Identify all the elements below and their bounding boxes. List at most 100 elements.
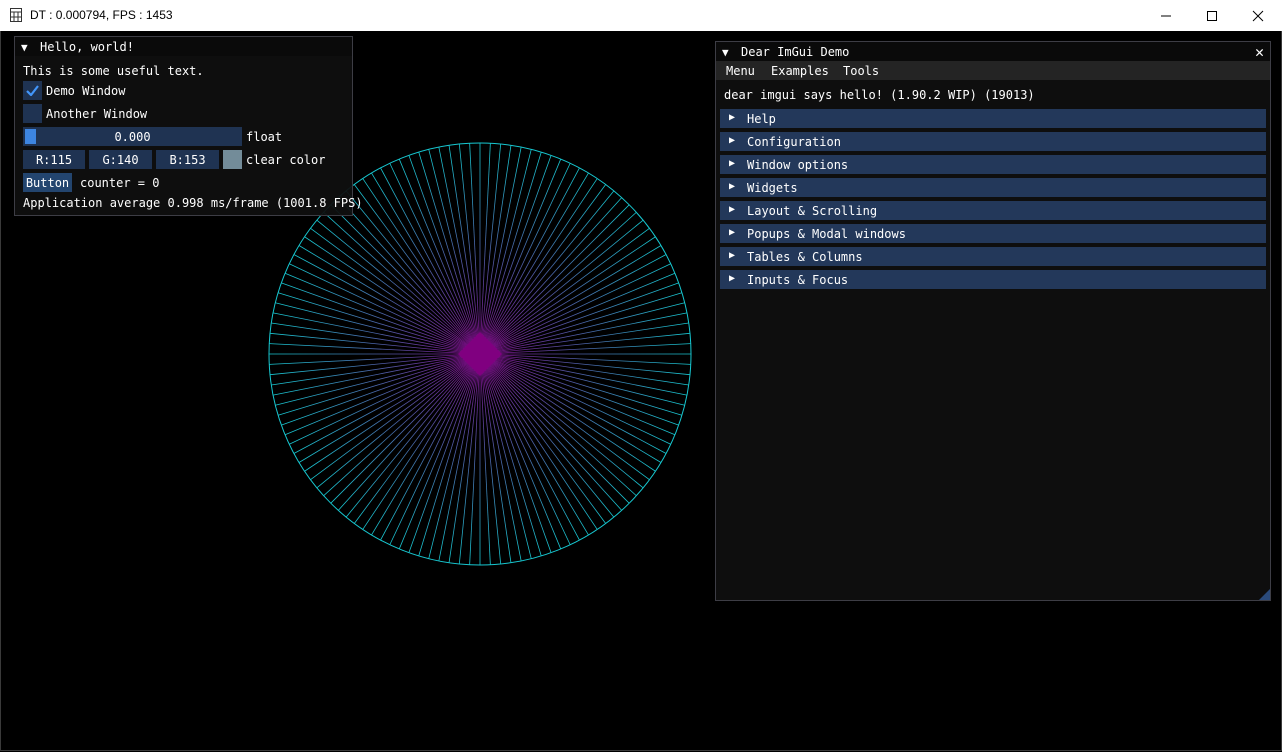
expand-arrow-icon: ▶ [729, 273, 736, 284]
clear-color-label: clear color [246, 153, 326, 167]
spoke-line [310, 227, 481, 355]
color-b-field[interactable]: B:153 [156, 150, 219, 169]
demo-window[interactable]: ▼ Dear ImGui Demo ✕ Menu Examples Tools … [715, 41, 1271, 601]
spoke-line [353, 184, 481, 355]
spoke-line [479, 353, 691, 376]
float-label: float [246, 130, 283, 144]
header-layout-scrolling[interactable]: ▶ Layout & Scrolling [720, 201, 1266, 220]
spoke-line [479, 263, 671, 355]
spoke-line [408, 155, 481, 355]
hello-window-titlebar[interactable]: ▼ Hello, world! [15, 37, 352, 56]
spoke-line [479, 332, 691, 355]
spoke-line [479, 353, 662, 463]
expand-arrow-icon: ▶ [729, 227, 736, 238]
header-label: Window options [747, 158, 849, 172]
counter-button[interactable]: Button [23, 173, 72, 192]
spoke-line [479, 353, 607, 524]
slider-grab[interactable] [25, 129, 36, 144]
demo-window-titlebar[interactable]: ▼ Dear ImGui Demo ✕ [716, 42, 1270, 61]
float-slider[interactable]: 0.000 [23, 127, 242, 146]
spoke-line [479, 353, 691, 365]
expand-arrow-icon: ▶ [729, 135, 736, 146]
menu-item-examples[interactable]: Examples [771, 64, 829, 78]
demo-window-checkbox[interactable] [23, 81, 42, 100]
spoke-line [479, 158, 562, 355]
spoke-line [269, 353, 481, 376]
spoke-line [408, 353, 481, 553]
color-b-value: B:153 [169, 152, 206, 167]
useful-text: This is some useful text. [23, 64, 204, 78]
spoke-line [479, 353, 589, 536]
spoke-line [479, 163, 571, 355]
header-label: Configuration [747, 135, 841, 149]
spoke-line [479, 282, 679, 355]
spoke-line [479, 184, 607, 355]
collapse-triangle-icon[interactable]: ▼ [21, 41, 28, 54]
spoke-line [284, 272, 481, 355]
spoke-line [269, 332, 481, 355]
header-help[interactable]: ▶ Help [720, 109, 1266, 128]
expand-arrow-icon: ▶ [729, 181, 736, 192]
spoke-line [458, 143, 481, 355]
spoke-line [479, 353, 502, 565]
spoke-line [289, 353, 481, 445]
spoke-line [371, 172, 481, 355]
spoke-line [479, 353, 679, 426]
spoke-line [389, 163, 481, 355]
expand-arrow-icon: ▶ [729, 158, 736, 169]
spoke-line [479, 172, 589, 355]
header-label: Help [747, 112, 776, 126]
expand-arrow-icon: ▶ [729, 112, 736, 123]
spoke-line [298, 353, 481, 463]
counter-button-label: Button [25, 175, 70, 190]
spoke-line [479, 353, 491, 565]
color-g-field[interactable]: G:140 [89, 150, 152, 169]
another-window-checkbox[interactable] [23, 104, 42, 123]
spoke-line [469, 143, 481, 355]
spoke-line [479, 353, 562, 550]
spoke-line [469, 353, 481, 565]
collapse-triangle-icon[interactable]: ▼ [722, 46, 729, 59]
spoke-line [479, 155, 552, 355]
spoke-line [479, 227, 650, 355]
fps-text: Application average 0.998 ms/frame (1001… [23, 196, 363, 210]
spoke-line [398, 158, 481, 355]
spoke-line [269, 343, 481, 355]
spoke-line [269, 353, 481, 365]
color-swatch[interactable] [223, 150, 242, 169]
spoke-line [281, 282, 481, 355]
spoke-line [353, 353, 481, 524]
hello-world-window[interactable]: ▼ Hello, world! This is some useful text… [14, 36, 363, 216]
header-window-options[interactable]: ▶ Window options [720, 155, 1266, 174]
spoke-line [479, 353, 552, 553]
close-icon[interactable]: ✕ [1255, 43, 1264, 61]
header-tables-columns[interactable]: ▶ Tables & Columns [720, 247, 1266, 266]
demo-menubar: Menu Examples Tools [716, 61, 1270, 80]
spoke-line [398, 353, 481, 550]
spoke-line [479, 353, 676, 436]
color-g-value: G:140 [102, 152, 139, 167]
menu-item-menu[interactable]: Menu [726, 64, 755, 78]
float-slider-value: 0.000 [114, 129, 151, 144]
demo-window-label: Demo Window [46, 84, 126, 98]
spoke-line [479, 143, 491, 355]
demo-window-title: Dear ImGui Demo [741, 45, 850, 59]
spoke-line [479, 272, 676, 355]
spoke-line [479, 143, 502, 355]
header-popups-modal[interactable]: ▶ Popups & Modal windows [720, 224, 1266, 243]
another-window-label: Another Window [46, 107, 148, 121]
color-r-field[interactable]: R:115 [23, 150, 85, 169]
color-r-value: R:115 [35, 152, 73, 167]
header-configuration[interactable]: ▶ Configuration [720, 132, 1266, 151]
menu-item-tools[interactable]: Tools [843, 64, 879, 78]
spoke-line [479, 353, 650, 481]
resize-grip[interactable] [1259, 589, 1270, 600]
spoke-line [479, 353, 671, 445]
header-widgets[interactable]: ▶ Widgets [720, 178, 1266, 197]
spoke-line [310, 353, 481, 481]
hello-window-title: Hello, world! [40, 40, 134, 54]
header-label: Inputs & Focus [747, 273, 849, 287]
header-inputs-focus[interactable]: ▶ Inputs & Focus [720, 270, 1266, 289]
spoke-line [479, 343, 691, 355]
header-label: Popups & Modal windows [747, 227, 906, 241]
